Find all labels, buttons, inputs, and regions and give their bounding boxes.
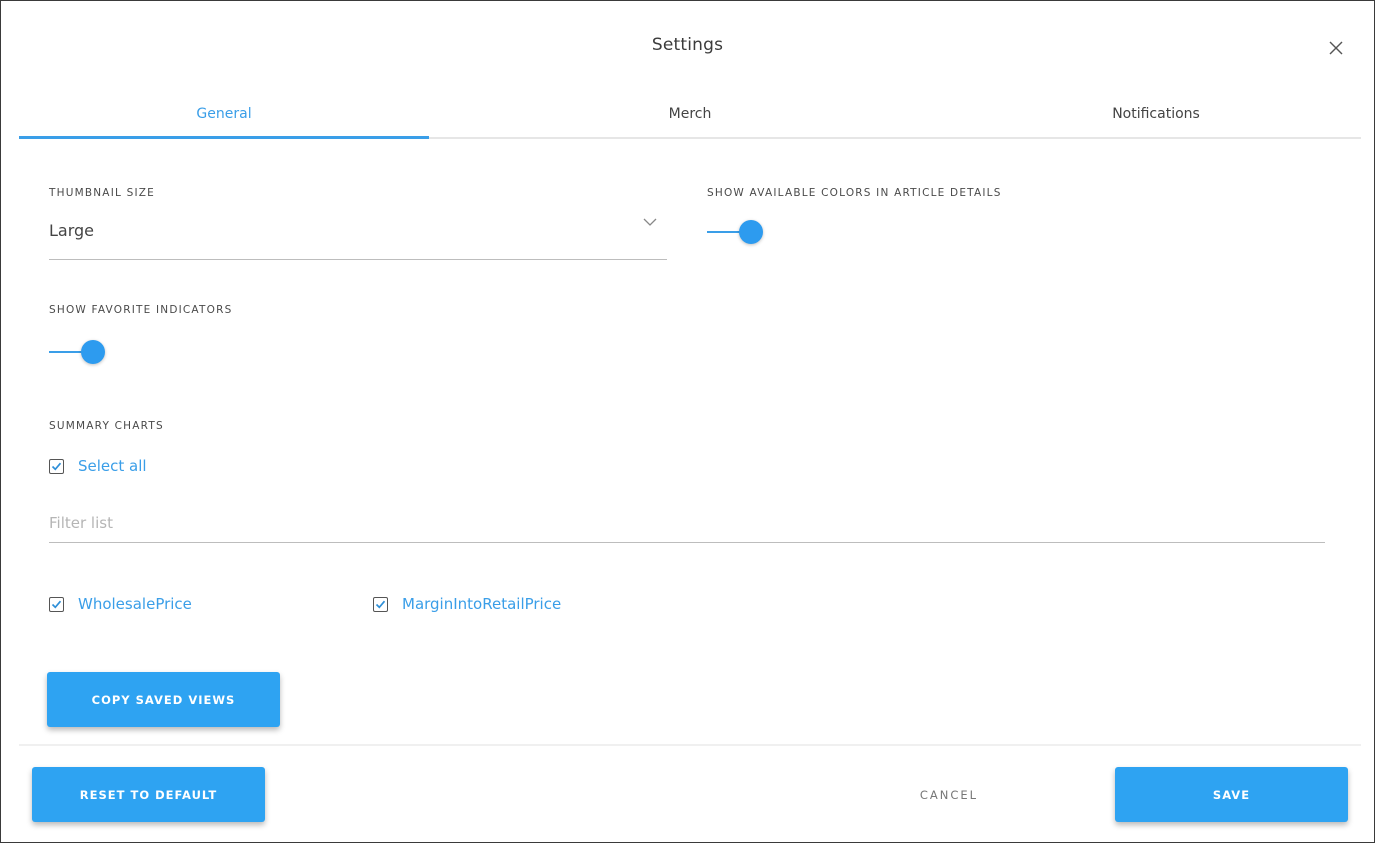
tab-notifications[interactable]: Notifications [951,89,1361,139]
checkbox-box [373,596,388,612]
chevron-down-icon [643,218,657,226]
checkbox-box [49,596,64,612]
show-available-colors-toggle[interactable] [707,218,769,246]
filter-list-input[interactable] [49,505,1325,541]
check-icon [51,462,62,471]
thumbnail-size-label: THUMBNAIL SIZE [49,187,155,199]
thumbnail-size-select[interactable]: Large [49,207,667,260]
thumbnail-size-value: Large [49,221,95,240]
filter-list [49,505,1325,543]
close-button[interactable] [1326,38,1346,58]
chart-item-wholesale-price[interactable]: WholesalePrice [49,595,192,613]
toggle-knob [739,220,763,244]
show-favorite-indicators-toggle[interactable] [49,338,111,366]
active-tab-indicator [19,136,429,139]
tab-merch[interactable]: Merch [485,89,895,139]
close-icon [1329,41,1343,55]
toggle-knob [81,340,105,364]
select-all-label: Select all [78,457,147,475]
chart-item-label: MarginIntoRetailPrice [402,595,562,613]
show-favorite-indicators-label: SHOW FAVORITE INDICATORS [49,304,233,316]
checkbox-box [49,458,64,474]
copy-saved-views-button[interactable]: COPY SAVED VIEWS [47,672,280,727]
reset-to-default-button[interactable]: RESET TO DEFAULT [32,767,265,822]
settings-dialog: Settings General Merch Notifications THU… [0,0,1375,843]
chart-item-label: WholesalePrice [78,595,192,613]
tab-general-label: General [196,106,252,122]
tab-merch-label: Merch [668,106,712,122]
footer-divider [19,744,1361,746]
cancel-button[interactable]: CANCEL [889,781,1009,809]
summary-charts-label: SUMMARY CHARTS [49,420,164,432]
select-all-checkbox[interactable]: Select all [49,457,147,475]
chart-item-margin-into-retail-price[interactable]: MarginIntoRetailPrice [373,595,561,613]
save-button[interactable]: SAVE [1115,767,1348,822]
dialog-title: Settings [651,35,724,55]
check-icon [375,600,386,609]
check-icon [51,600,62,609]
tab-bar: General Merch Notifications [19,89,1361,139]
tab-notifications-label: Notifications [1112,106,1200,122]
tab-general[interactable]: General [19,89,429,139]
show-available-colors-label: SHOW AVAILABLE COLORS IN ARTICLE DETAILS [707,187,1002,199]
